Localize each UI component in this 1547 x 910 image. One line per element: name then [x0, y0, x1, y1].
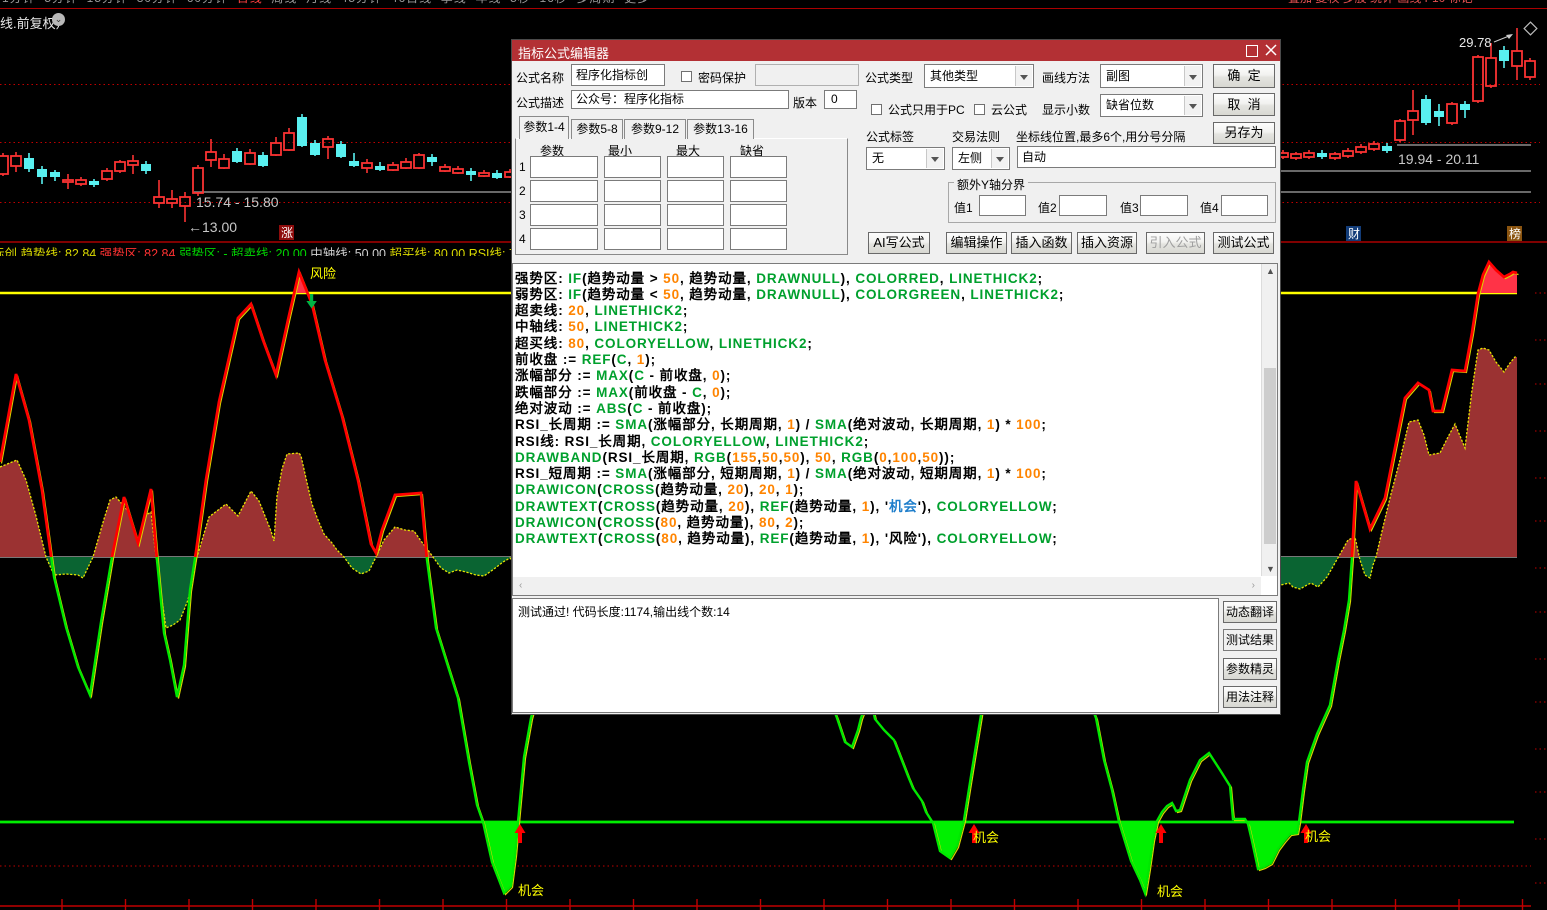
svg-text:19.94 - 20.11: 19.94 - 20.11 — [1398, 151, 1480, 167]
svg-text:15.74 - 15.80: 15.74 - 15.80 — [196, 194, 279, 210]
svg-text:财: 财 — [1348, 227, 1360, 241]
svg-text:29.78: 29.78 — [1459, 35, 1492, 50]
svg-text:涨: 涨 — [281, 225, 293, 240]
svg-text:←13.00: ←13.00 — [188, 219, 237, 235]
svg-text:机会: 机会 — [1157, 884, 1183, 899]
svg-text:机会: 机会 — [1305, 829, 1331, 844]
svg-text:风险: 风险 — [310, 266, 336, 281]
svg-text:机会: 机会 — [973, 830, 999, 845]
svg-text:机会: 机会 — [518, 883, 544, 898]
svg-text:榜: 榜 — [1509, 226, 1521, 241]
